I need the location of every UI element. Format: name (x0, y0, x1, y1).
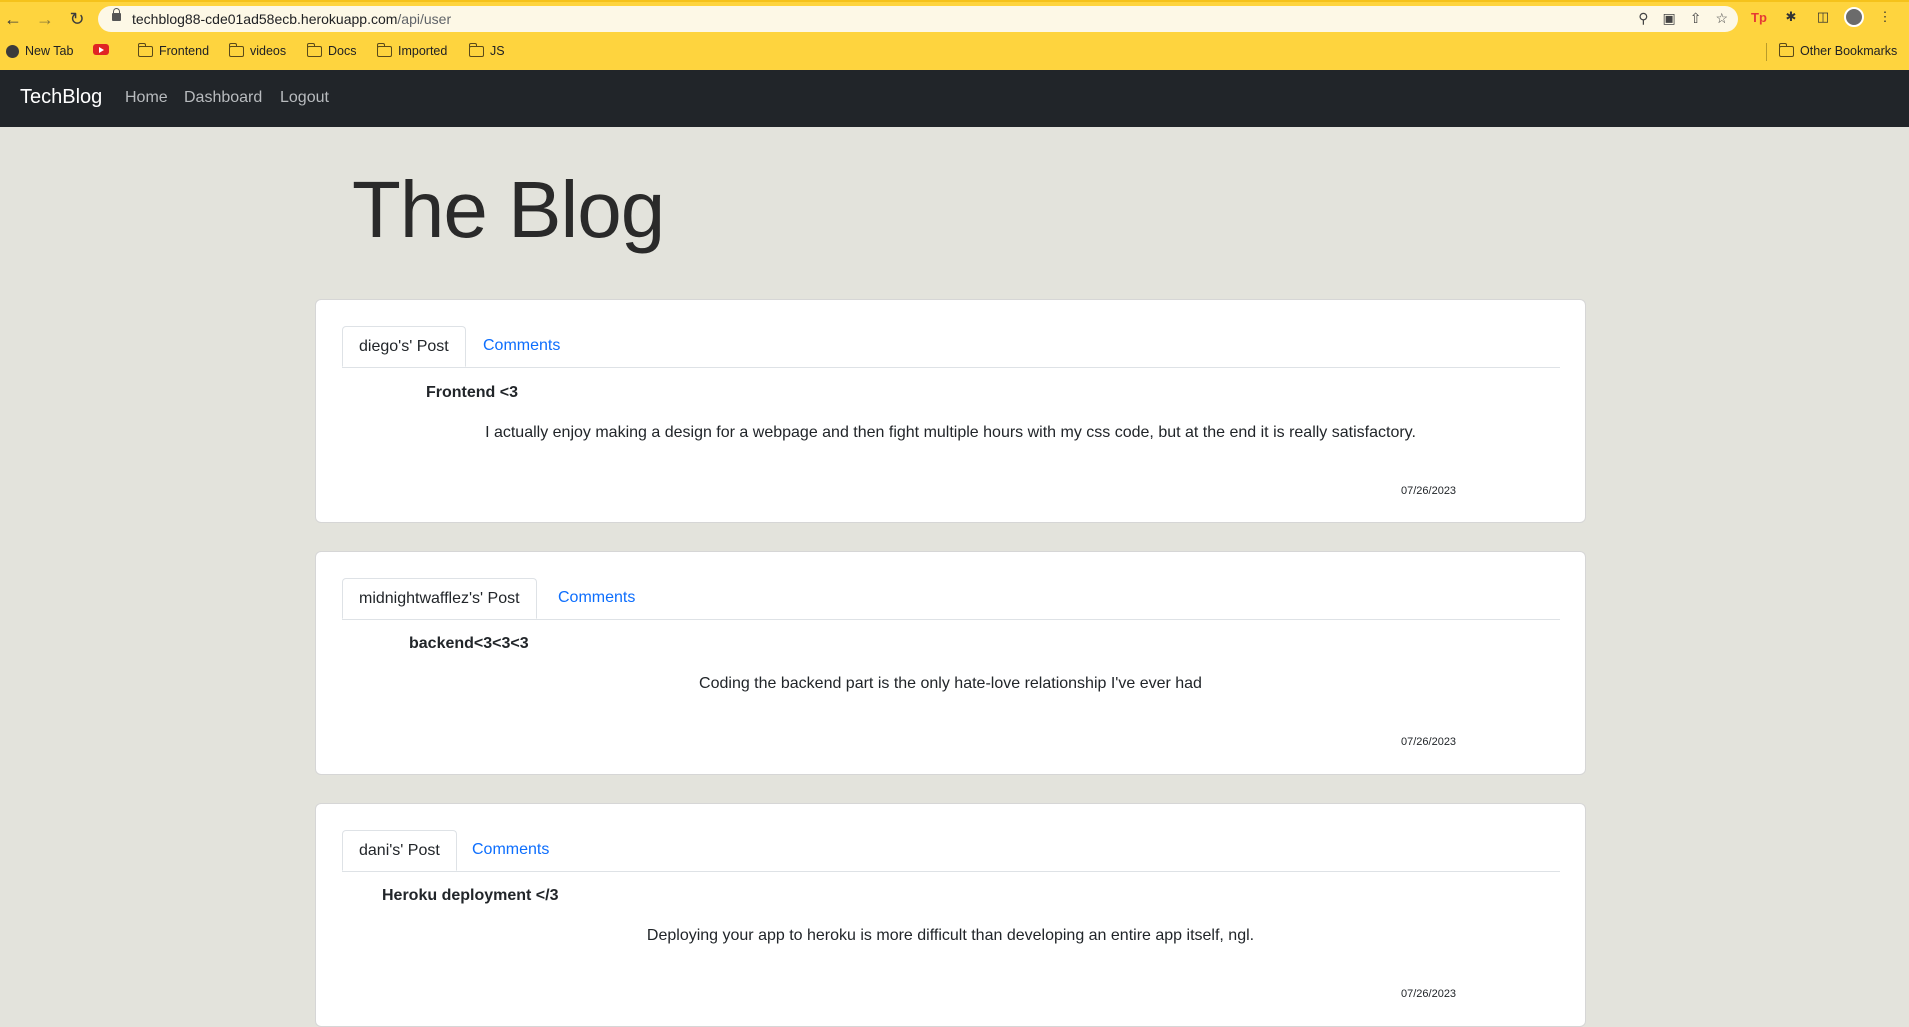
bookmark-label: JS (490, 44, 505, 58)
folder-icon (137, 42, 153, 57)
folder-icon (376, 42, 392, 57)
bookmark-folder-docs[interactable]: Docs (306, 42, 357, 58)
back-arrow-icon[interactable]: ← (2, 8, 24, 30)
folder-icon (306, 42, 322, 57)
bookmark-label: Docs (328, 44, 357, 58)
nav-link-logout[interactable]: Logout (280, 89, 329, 107)
menu-dots-icon[interactable]: ⋮ (1874, 6, 1896, 28)
key-icon[interactable]: ⚲ (1638, 10, 1648, 27)
post-card: dani's' Post Comments Heroku deployment … (315, 803, 1586, 1027)
bookmark-folder-imported[interactable]: Imported (376, 42, 448, 58)
bookmark-folder-js[interactable]: JS (468, 42, 505, 58)
folder-icon (468, 42, 484, 57)
tab-comments[interactable]: Comments (456, 830, 565, 871)
bookmark-label: Frontend (159, 44, 210, 58)
nav-link-dashboard[interactable]: Dashboard (184, 89, 262, 107)
url-host: techblog88-cde01ad58ecb.herokuapp.com (132, 11, 398, 27)
post-body: I actually enjoy making a design for a w… (485, 424, 1416, 441)
toolbar-edge (0, 0, 1909, 2)
url-path: /api/user (397, 11, 452, 27)
post-card: midnightwafflez's' Post Comments backend… (315, 551, 1586, 775)
bookmark-folder-videos[interactable]: videos (228, 42, 287, 58)
tab-comments[interactable]: Comments (542, 578, 651, 619)
youtube-icon (93, 44, 109, 55)
share-icon[interactable]: ⇧ (1690, 10, 1702, 27)
bookmark-label: New Tab (25, 44, 74, 58)
tab-comments[interactable]: Comments (467, 326, 576, 367)
post-title: backend<3<3<3 (409, 635, 529, 652)
post-title: Frontend <3 (426, 384, 519, 401)
globe-icon (6, 44, 19, 58)
bookmark-label: Other Bookmarks (1800, 44, 1898, 58)
post-date: 07/26/2023 (1401, 736, 1457, 748)
extension-tp-icon[interactable]: Tp (1748, 6, 1770, 28)
browser-toolbar: ← → ↻ techblog88-cde01ad58ecb.herokuapp.… (0, 0, 1909, 70)
sidepanel-icon[interactable]: ◫ (1812, 6, 1834, 28)
brand-logo[interactable]: TechBlog (20, 86, 102, 109)
post-body: Deploying your app to heroku is more dif… (646, 927, 1255, 944)
reload-icon[interactable]: ↻ (66, 8, 88, 30)
post-tabs: dani's' Post Comments (342, 830, 1560, 872)
post-body: Coding the backend part is the only hate… (699, 675, 1202, 692)
tab-post[interactable]: dani's' Post (342, 830, 457, 871)
profile-avatar[interactable] (1844, 7, 1864, 27)
bookmark-folder-frontend[interactable]: Frontend (137, 42, 210, 58)
bookmarks-separator (1766, 43, 1767, 61)
nav-link-home[interactable]: Home (125, 89, 168, 107)
bookmark-other-bookmarks[interactable]: Other Bookmarks (1778, 42, 1898, 58)
post-tabs: diego's' Post Comments (342, 326, 1560, 368)
bookmark-label: Imported (398, 44, 448, 58)
tab-post[interactable]: diego's' Post (342, 326, 466, 367)
puzzle-icon[interactable]: ✱ (1780, 6, 1802, 28)
folder-icon (228, 42, 244, 57)
post-date: 07/26/2023 (1401, 988, 1457, 1000)
translate-icon[interactable]: ▣ (1662, 10, 1675, 27)
post-date: 07/26/2023 (1401, 485, 1457, 497)
folder-icon (1778, 42, 1794, 57)
tab-post[interactable]: midnightwafflez's' Post (342, 578, 537, 619)
page-title: The Blog (352, 165, 665, 254)
bookmark-label: videos (250, 44, 287, 58)
bookmarks-bar: New Tab Frontend videos Docs Imported JS… (0, 40, 1909, 64)
app-navbar: TechBlog Home Dashboard Logout (0, 70, 1909, 127)
post-tabs: midnightwafflez's' Post Comments (342, 578, 1560, 620)
extension-area: Tp ✱ ◫ ⋮ (1748, 6, 1896, 28)
bookmark-new-tab[interactable]: New Tab (6, 44, 73, 58)
omnibox-actions: ⚲ ▣ ⇧ ☆ (1638, 10, 1728, 27)
star-icon[interactable]: ☆ (1715, 10, 1728, 27)
lock-icon (112, 8, 121, 21)
bookmark-youtube[interactable] (93, 44, 109, 55)
url-text[interactable]: techblog88-cde01ad58ecb.herokuapp.com/ap… (132, 11, 451, 27)
post-title: Heroku deployment </3 (382, 887, 559, 904)
forward-arrow-icon[interactable]: → (34, 8, 56, 30)
address-bar[interactable]: techblog88-cde01ad58ecb.herokuapp.com/ap… (98, 6, 1738, 32)
post-card: diego's' Post Comments Frontend <3 I act… (315, 299, 1586, 523)
